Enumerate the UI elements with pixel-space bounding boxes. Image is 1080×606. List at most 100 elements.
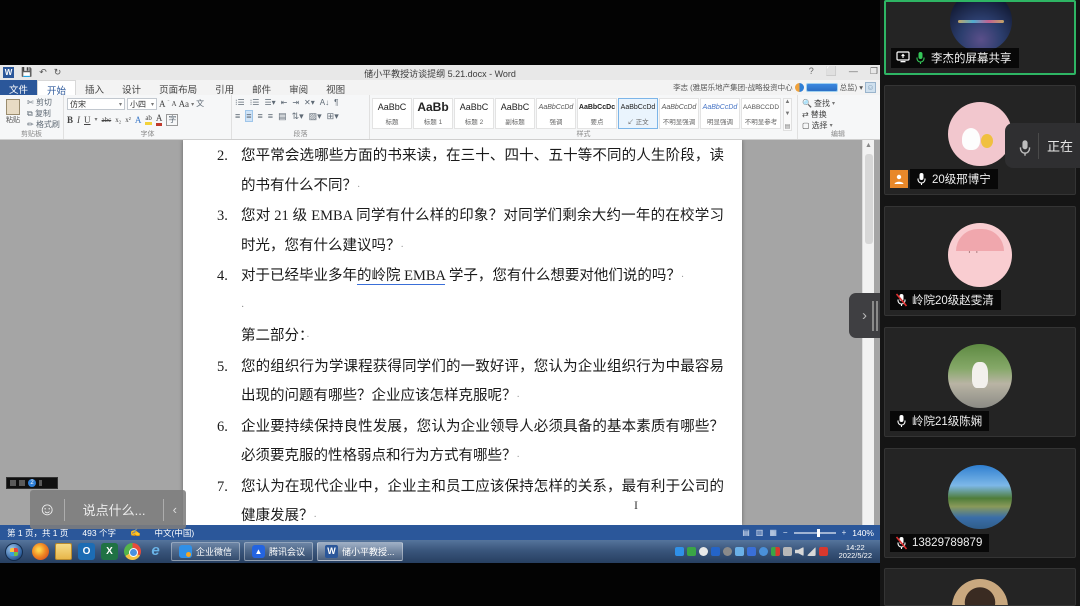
tab-references[interactable]: 引用 <box>206 80 243 95</box>
tray-icon[interactable] <box>783 547 792 556</box>
account-info[interactable]: 李志 (雅居乐地产集团-战略投资中心 总监) ▾ ☺ <box>673 82 876 93</box>
document-page[interactable]: 2. 您平常会选哪些方面的书来读，在三十、四十、五十等不同的人生阶段，读的书有什… <box>183 140 742 525</box>
antivirus-icon[interactable] <box>819 547 828 556</box>
change-case-button[interactable]: Aa <box>179 99 190 109</box>
firefox-icon[interactable] <box>32 543 49 560</box>
participant-tile-chenxian[interactable]: 岭院21级陈娴 <box>884 327 1076 437</box>
doc-paragraph-6[interactable]: 6. 企业要持续保持良性发展，您认为企业领导人必须具备的基本素质有哪些？必须要克… <box>217 413 724 473</box>
file-explorer-icon[interactable] <box>55 543 72 560</box>
style-title[interactable]: AaBbC 标题 <box>372 98 412 129</box>
superscript-button[interactable]: x² <box>125 116 131 124</box>
style-subtle-emphasis[interactable]: AaBbCcDd 不明显强调 <box>659 98 699 129</box>
tab-view[interactable]: 视图 <box>317 80 354 95</box>
tray-icon[interactable] <box>699 547 708 556</box>
increase-indent-button[interactable]: ⇥ <box>292 98 299 107</box>
network-icon[interactable] <box>807 547 816 556</box>
align-left-button[interactable]: ≡ <box>235 111 240 121</box>
shading-button[interactable]: ▨▾ <box>309 111 322 122</box>
internet-explorer-icon[interactable]: e <box>147 543 164 560</box>
cut-button[interactable]: ✄ 剪切 <box>27 98 60 108</box>
doc-paragraph-7[interactable]: 7. 您认为在现代企业中，企业主和员工应该保持怎样的关系，最有利于公司的健康发展… <box>217 473 724 526</box>
tab-layout[interactable]: 页面布局 <box>150 80 206 95</box>
zoom-level[interactable]: 140% <box>852 528 874 538</box>
shrink-font-button[interactable]: A <box>172 100 177 108</box>
doc-section-heading[interactable]: 第二部分： <box>217 322 724 353</box>
mini-toolbar-icon[interactable] <box>10 480 16 486</box>
tray-icon[interactable] <box>687 547 696 556</box>
bullets-button[interactable]: ⁝☰ <box>235 98 245 107</box>
find-button[interactable]: 🔍 查找 ▾ <box>798 98 878 109</box>
doc-paragraph-3[interactable]: 3. 您对 21 级 EMBA 同学有什么样的印象？对同学们剩余大约一年的在校学… <box>217 202 724 262</box>
read-mode-button[interactable]: ▤ <box>742 528 750 537</box>
paste-button[interactable]: 粘贴 <box>2 98 24 130</box>
chat-collapse-button[interactable]: ‹ <box>164 502 186 517</box>
numbering-button[interactable]: ⁝☰ <box>250 98 260 107</box>
character-shading-button[interactable]: 字 <box>166 114 178 126</box>
strikethrough-button[interactable]: abc <box>102 116 112 124</box>
zoom-out-button[interactable]: − <box>783 528 788 537</box>
replace-button[interactable]: ⇄ 替换 <box>798 109 878 120</box>
participant-tile-lijie[interactable]: 李杰的屏幕共享 <box>884 0 1076 75</box>
taskbar-button-wecom[interactable]: 企业微信 <box>171 542 240 561</box>
scrollbar-thumb[interactable] <box>865 154 873 244</box>
mini-toolbar-icon[interactable] <box>39 480 42 486</box>
start-button[interactable] <box>5 543 23 561</box>
minimize-button[interactable]: — <box>849 66 858 77</box>
excel-icon[interactable]: X <box>101 543 118 560</box>
show-marks-button[interactable]: ¶ <box>334 98 338 107</box>
decrease-indent-button[interactable]: ⇤ <box>281 98 288 107</box>
doc-empty-paragraph[interactable] <box>217 293 724 323</box>
align-right-button[interactable]: ≡ <box>258 111 263 121</box>
tray-icon[interactable] <box>747 547 756 556</box>
mini-toolbar-icon[interactable] <box>19 480 25 486</box>
font-size-combobox[interactable]: 小四▾ <box>127 98 157 110</box>
tray-icon[interactable] <box>711 547 720 556</box>
distribute-button[interactable]: ▤ <box>278 111 287 122</box>
tab-design[interactable]: 设计 <box>113 80 150 95</box>
font-color-button[interactable]: A <box>156 113 163 126</box>
tab-insert[interactable]: 插入 <box>76 80 113 95</box>
tray-icon[interactable] <box>759 547 768 556</box>
copy-button[interactable]: ⧉ 复制 <box>27 109 60 119</box>
restore-button[interactable]: ❐ <box>870 66 878 77</box>
grow-font-button[interactable]: A <box>159 99 166 109</box>
sidebar-resize-grip[interactable] <box>872 301 878 331</box>
borders-button[interactable]: ⊞▾ <box>327 111 339 122</box>
style-heading2[interactable]: AaBbC 标题 2 <box>454 98 494 129</box>
style-strong[interactable]: AaBbCcDc 要点 <box>577 98 617 129</box>
emoji-icon[interactable]: ☺ <box>30 499 64 520</box>
multilevel-list-button[interactable]: ☰▾ <box>264 98 275 107</box>
style-subtle-reference[interactable]: AABBCCDD 不明显参考 <box>741 98 781 129</box>
italic-button[interactable]: I <box>77 115 80 125</box>
outlook-icon[interactable]: O <box>78 543 95 560</box>
bold-button[interactable]: B <box>67 115 73 125</box>
subscript-button[interactable]: x₂ <box>115 116 121 124</box>
taskbar-button-meeting[interactable]: ▲ 腾讯会议 <box>244 542 313 561</box>
style-emphasis[interactable]: AaBbCcDd 强调 <box>536 98 576 129</box>
tab-file[interactable]: 文件 <box>0 80 37 95</box>
doc-paragraph-5[interactable]: 5. 您的组织行为学课程获得同学们的一致好评，您认为企业组织行为中最容易出现的问… <box>217 353 724 413</box>
zoom-in-button[interactable]: + <box>842 528 847 537</box>
doc-paragraph-4[interactable]: 4. 对于已经毕业多年的岭院 EMBA 学子，您有什么想要对他们说的吗？ <box>217 262 724 293</box>
highlight-color-button[interactable]: ab <box>145 114 152 125</box>
styles-gallery-scrollbar[interactable]: ▲▼▤ <box>783 98 792 131</box>
justify-button[interactable]: ≡ <box>268 111 273 121</box>
zoom-slider-thumb[interactable] <box>817 529 820 537</box>
line-spacing-button[interactable]: ⇅▾ <box>292 111 304 122</box>
taskbar-button-word[interactable]: W 储小平教授... <box>317 542 403 561</box>
doc-paragraph-2[interactable]: 2. 您平常会选哪些方面的书来读，在三十、四十、五十等不同的人生阶段，读的书有什… <box>217 142 724 202</box>
style-normal-selected[interactable]: AaBbCcDd ↙ 正文 <box>618 98 658 129</box>
tab-review[interactable]: 审阅 <box>280 80 317 95</box>
ribbon-options-button[interactable]: ⬜ <box>826 66 837 77</box>
zoom-slider[interactable] <box>794 532 836 534</box>
style-heading1[interactable]: AaBb 标题 1 <box>413 98 453 129</box>
annotation-mini-toolbar[interactable]: 2 <box>6 477 58 489</box>
sort-button[interactable]: A↓ <box>320 98 329 107</box>
asian-layout-button[interactable]: ✕▾ <box>304 98 315 107</box>
tray-icon[interactable] <box>675 547 684 556</box>
speaker-icon[interactable] <box>795 547 804 556</box>
align-center-button[interactable]: ≡ <box>245 110 252 122</box>
phonetic-guide-button[interactable]: 文 <box>196 99 204 109</box>
tab-mailings[interactable]: 邮件 <box>243 80 280 95</box>
style-intense-emphasis[interactable]: AaBbCcDd 明显强调 <box>700 98 740 129</box>
